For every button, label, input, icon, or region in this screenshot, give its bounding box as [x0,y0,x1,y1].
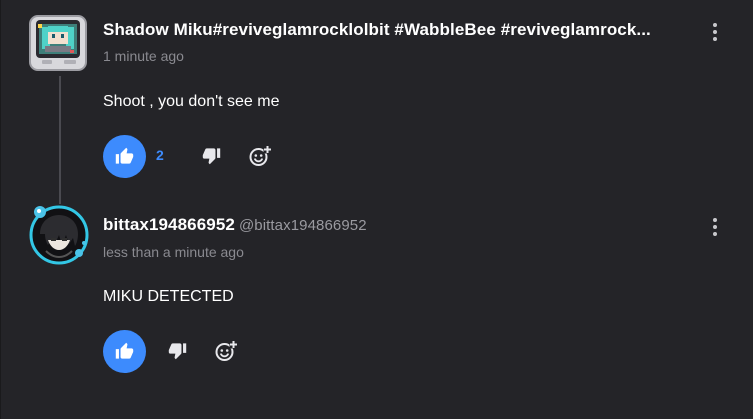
thumbs-up-icon [115,147,134,164]
dislike-button[interactable] [168,341,192,365]
like-button[interactable] [103,135,146,178]
thumbs-down-icon [202,148,221,165]
thumbs-down-icon [168,343,187,360]
like-button[interactable] [103,330,146,373]
like-count: 2 [156,147,164,163]
more-options-icon[interactable] [706,216,724,238]
tv-miku-avatar-icon[interactable] [28,12,90,74]
display-name[interactable]: bittax194866952 [103,215,235,234]
comment-body: MIKU DETECTED [103,288,234,305]
add-reaction-icon [215,340,238,361]
more-options-icon[interactable] [706,21,724,43]
thread-line [59,76,61,204]
add-reaction-button[interactable] [214,339,238,363]
add-reaction-button[interactable] [248,144,272,168]
comment-timestamp[interactable]: 1 minute ago [103,48,184,64]
anime-character-avatar-icon[interactable] [28,204,90,266]
comment-username[interactable]: Shadow Miku#reviveglamrocklolbit #Wabble… [103,20,651,40]
comment-body: Shoot , you don't see me [103,93,280,110]
comments-panel: Shadow Miku#reviveglamrocklolbit #Wabble… [0,0,753,419]
thumbs-up-icon [115,342,134,359]
comment-username[interactable]: bittax194866952 @bittax194866952 [103,215,367,235]
add-reaction-icon [249,145,272,166]
dislike-button[interactable] [202,146,226,170]
user-handle[interactable]: @bittax194866952 [239,217,367,234]
panel-edge [0,0,1,419]
comment-timestamp[interactable]: less than a minute ago [103,244,244,260]
